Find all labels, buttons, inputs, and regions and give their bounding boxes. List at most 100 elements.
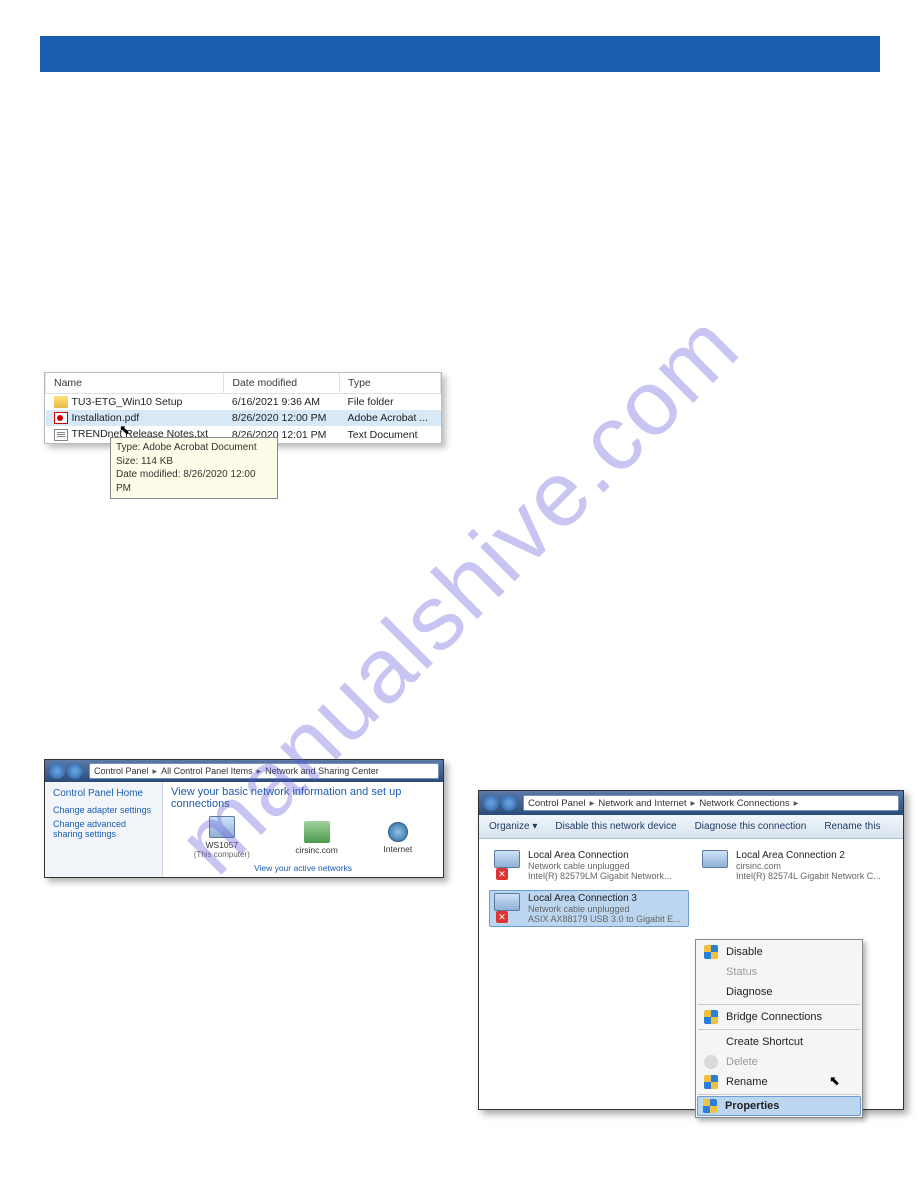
shield-icon [704, 1075, 718, 1089]
change-advanced-sharing-link[interactable]: Change advanced sharing settings [53, 819, 154, 839]
breadcrumb-item[interactable]: Control Panel [94, 766, 149, 776]
rename-button[interactable]: Rename this [824, 821, 880, 832]
file-type: Adobe Acrobat ... [340, 410, 441, 426]
network-node-internet: Internet [383, 822, 412, 854]
connection-item[interactable]: ✕ Local Area Connection Network cable un… [489, 847, 685, 884]
address-bar[interactable]: Control Panel▸ All Control Panel Items▸ … [89, 763, 439, 779]
column-header-name[interactable]: Name [46, 373, 224, 394]
disable-device-button[interactable]: Disable this network device [555, 821, 676, 832]
address-bar[interactable]: Control Panel▸ Network and Internet▸ Net… [523, 795, 899, 811]
pane-heading: View your basic network information and … [171, 786, 435, 810]
back-button[interactable] [483, 795, 499, 811]
network-node-network: cirsinc.com [295, 821, 338, 855]
file-explorer-screenshot: Name Date modified Type TU3-ETG_Win10 Se… [44, 372, 442, 444]
breadcrumb-item[interactable]: Network and Internet [598, 798, 686, 809]
text-file-icon [54, 429, 68, 441]
window-titlebar: Control Panel▸ All Control Panel Items▸ … [45, 760, 443, 782]
ctx-status: Status [698, 962, 860, 982]
node-sublabel: (This computer) [194, 850, 250, 859]
diagnose-connection-button[interactable]: Diagnose this connection [695, 821, 807, 832]
blank-icon [704, 965, 718, 979]
file-row[interactable]: TU3-ETG_Win10 Setup 6/16/2021 9:36 AM Fi… [46, 394, 441, 411]
file-tooltip: Type: Adobe Acrobat Document Size: 114 K… [110, 437, 278, 499]
breadcrumb-item[interactable]: Network and Sharing Center [265, 766, 379, 776]
tooltip-line: Size: 114 KB [116, 455, 272, 469]
ctx-label: Create Shortcut [726, 1036, 803, 1048]
shield-icon [703, 1099, 717, 1113]
ctx-label: Properties [725, 1100, 779, 1112]
change-adapter-settings-link[interactable]: Change adapter settings [53, 805, 154, 815]
connection-item[interactable]: Local Area Connection 2 cirsinc.com Inte… [697, 847, 893, 884]
file-list-table: Name Date modified Type TU3-ETG_Win10 Se… [45, 373, 441, 443]
toolbar: Organize Disable this network device Dia… [479, 815, 903, 839]
file-date: 6/16/2021 9:36 AM [224, 394, 340, 411]
ctx-label: Delete [726, 1056, 758, 1068]
ctx-label: Bridge Connections [726, 1011, 822, 1023]
forward-button[interactable] [67, 763, 83, 779]
connection-device: Intel(R) 82574L Gigabit Network C... [736, 871, 881, 881]
file-date: 8/26/2020 12:00 PM [224, 410, 340, 426]
network-main-pane: View your basic network information and … [163, 782, 443, 877]
connection-item-selected[interactable]: ✕ Local Area Connection 3 Network cable … [489, 890, 689, 927]
column-header-date[interactable]: Date modified [224, 373, 340, 394]
delete-icon [704, 1055, 718, 1069]
computer-icon [209, 816, 235, 838]
connection-status: Network cable unplugged [528, 904, 681, 914]
unplugged-icon: ✕ [496, 868, 508, 880]
adapter-icon [494, 850, 520, 868]
breadcrumb-item[interactable]: All Control Panel Items [161, 766, 253, 776]
window-titlebar: Control Panel▸ Network and Internet▸ Net… [479, 791, 903, 815]
node-label: Internet [383, 844, 412, 854]
view-active-networks-link[interactable]: View your active networks [171, 863, 435, 873]
organize-menu[interactable]: Organize [489, 821, 537, 832]
back-button[interactable] [49, 763, 65, 779]
connection-name: Local Area Connection 3 [528, 893, 681, 904]
ctx-delete: Delete [698, 1052, 860, 1072]
connection-name: Local Area Connection [528, 850, 672, 861]
ctx-disable[interactable]: Disable [698, 942, 860, 962]
tooltip-line: Date modified: 8/26/2020 12:00 PM [116, 468, 272, 495]
unplugged-icon: ✕ [496, 911, 508, 923]
ctx-properties[interactable]: Properties [697, 1096, 861, 1116]
blank-icon [704, 985, 718, 999]
connection-status: Network cable unplugged [528, 861, 672, 871]
file-name: TU3-ETG_Win10 Setup [72, 396, 183, 408]
cursor-icon: ⬉ [829, 1073, 840, 1089]
ctx-label: Status [726, 966, 757, 978]
ctx-diagnose[interactable]: Diagnose [698, 982, 860, 1002]
ctx-bridge[interactable]: Bridge Connections [698, 1007, 860, 1027]
context-menu: Disable Status Diagnose Bridge Connectio… [695, 939, 863, 1118]
adapter-icon [702, 850, 728, 868]
forward-button[interactable] [501, 795, 517, 811]
folder-icon [54, 396, 68, 408]
ctx-create-shortcut[interactable]: Create Shortcut [698, 1032, 860, 1052]
tooltip-line: Type: Adobe Acrobat Document [116, 441, 272, 455]
pdf-icon [54, 412, 68, 424]
network-icon [304, 821, 330, 843]
connection-device: ASIX AX88179 USB 3.0 to Gigabit E... [528, 914, 681, 924]
ctx-label: Diagnose [726, 986, 772, 998]
connection-device: Intel(R) 82579LM Gigabit Network... [528, 871, 672, 881]
connection-name: Local Area Connection 2 [736, 850, 881, 861]
globe-icon [388, 822, 408, 842]
page-header-bar [40, 36, 880, 72]
node-label: WS1057 [194, 840, 250, 850]
column-header-type[interactable]: Type [340, 373, 441, 394]
file-row[interactable]: Installation.pdf 8/26/2020 12:00 PM Adob… [46, 410, 441, 426]
blank-icon [704, 1035, 718, 1049]
breadcrumb-item[interactable]: Control Panel [528, 798, 586, 809]
file-type: File folder [340, 394, 441, 411]
adapter-icon [494, 893, 520, 911]
shield-icon [704, 945, 718, 959]
sidebar-header: Control Panel Home [53, 788, 154, 799]
control-panel-sidebar: Control Panel Home Change adapter settin… [45, 782, 163, 877]
cursor-icon: ⬉ [119, 422, 130, 438]
breadcrumb-item[interactable]: Network Connections [699, 798, 789, 809]
network-connections-screenshot: Control Panel▸ Network and Internet▸ Net… [478, 790, 904, 1110]
file-type: Text Document [340, 426, 441, 442]
network-sharing-center-screenshot: Control Panel▸ All Control Panel Items▸ … [44, 759, 444, 878]
node-label: cirsinc.com [295, 845, 338, 855]
ctx-label: Disable [726, 946, 763, 958]
connection-status: cirsinc.com [736, 861, 881, 871]
network-node-computer: WS1057 (This computer) [194, 816, 250, 859]
